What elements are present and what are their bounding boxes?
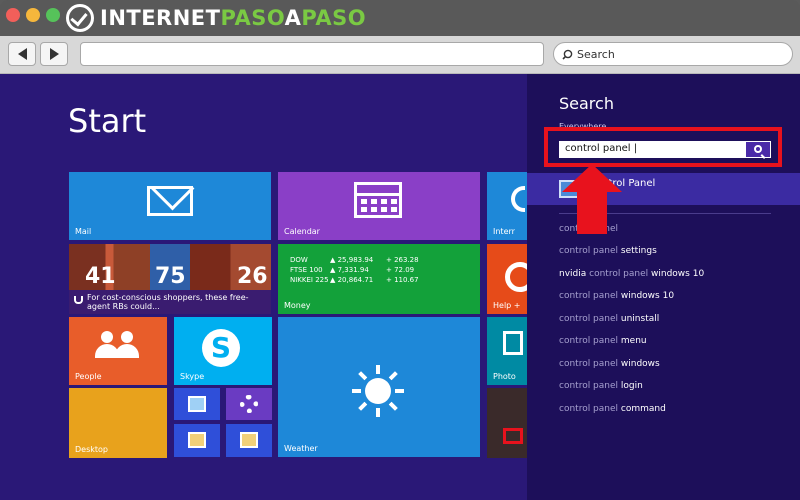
browser-title-bar: INTERNETPASOAPASO [0, 0, 800, 36]
close-window-button[interactable] [6, 8, 20, 22]
photo-icon [503, 331, 523, 355]
folder-icon [240, 432, 258, 448]
document-icon [188, 432, 206, 448]
gear-icon [240, 395, 258, 413]
address-bar[interactable] [80, 42, 544, 66]
money-row: NIKKEI 225▲ 20,864.71 + 110.67 [290, 276, 419, 284]
news-caption-text: For cost-conscious shoppers, these free-… [87, 293, 249, 311]
browser-toolbar: Search [0, 36, 800, 74]
search-suggestion[interactable]: control panel uninstall [559, 314, 659, 324]
money-symbol: FTSE 100 [290, 266, 323, 274]
arrow-up-icon [562, 164, 622, 192]
people-icon [95, 331, 139, 361]
jersey-number: 41 [85, 264, 116, 289]
checkmark-logo-icon [66, 4, 94, 32]
computer-icon [188, 396, 206, 412]
tile-label: Money [284, 301, 311, 310]
arrow-shaft [577, 190, 607, 234]
search-suggestion[interactable]: control panel menu [559, 336, 647, 346]
tile-mail[interactable]: Mail [69, 172, 271, 240]
search-suggestion[interactable]: control panel command [559, 404, 666, 414]
tile-skype[interactable]: S Skype [174, 317, 272, 385]
tile-people[interactable]: People [69, 317, 167, 385]
money-change: + 263.28 [386, 256, 419, 264]
money-symbol: NIKKEI 225 [290, 276, 329, 284]
news-caption: For cost-conscious shoppers, these free-… [69, 290, 271, 314]
search-placeholder: Search [577, 47, 615, 61]
tile-label: Desktop [75, 445, 108, 454]
tile-label: Weather [284, 444, 318, 453]
tile-internet-explorer[interactable]: Interr [487, 172, 527, 240]
skype-icon: S [202, 329, 240, 367]
tile-label: Help + [493, 301, 521, 310]
calendar-icon [354, 182, 402, 218]
windows-start-screen: Start Mail Calendar Interr 41 75 26 For … [0, 74, 800, 500]
tile-sports-news[interactable]: 41 75 26 For cost-conscious shoppers, th… [69, 244, 271, 314]
maximize-window-button[interactable] [46, 8, 60, 22]
tile-help[interactable]: Help + [487, 244, 527, 314]
tile-desktop[interactable]: Desktop [69, 388, 167, 458]
tile-weather[interactable]: Weather [278, 317, 480, 457]
arrow-left-icon [17, 48, 27, 60]
money-row: FTSE 100 ▲ 7,331.94 + 72.09 [290, 266, 414, 274]
minimize-window-button[interactable] [26, 8, 40, 22]
search-suggestion[interactable]: control panel login [559, 381, 643, 391]
tile-this-pc[interactable] [174, 388, 220, 420]
envelope-icon [147, 186, 193, 216]
arrow-right-icon [49, 48, 59, 60]
tile-file-explorer[interactable] [226, 424, 272, 457]
search-charm-panel: Search Everywhere ⌄ control panel | Cont… [527, 74, 800, 500]
forward-button[interactable] [40, 42, 68, 66]
red-arrow-annotation [562, 164, 622, 234]
site-logo: INTERNETPASOAPASO [66, 4, 366, 32]
trophy-icon [74, 296, 83, 304]
tile-label: Photo [493, 372, 516, 381]
tile-settings[interactable] [226, 388, 272, 420]
browser-search-input[interactable]: Search [553, 42, 793, 66]
video-icon [503, 428, 523, 444]
money-change: + 110.67 [386, 276, 419, 284]
tile-documents[interactable] [174, 424, 220, 457]
tile-calendar[interactable]: Calendar [278, 172, 480, 240]
money-value: ▲ 7,331.94 [330, 266, 369, 274]
search-suggestion[interactable]: control panel windows [559, 359, 660, 369]
search-suggestion[interactable]: control panel settings [559, 246, 657, 256]
money-row: DOW ▲ 25,983.94 + 263.28 [290, 256, 419, 264]
sun-icon [352, 365, 404, 417]
money-symbol: DOW [290, 256, 308, 264]
internet-explorer-icon [511, 186, 525, 212]
money-value: ▲ 20,864.71 [330, 276, 374, 284]
money-change: + 72.09 [386, 266, 415, 274]
tile-label: Calendar [284, 227, 320, 236]
tile-label: Skype [180, 372, 205, 381]
start-title: Start [68, 102, 147, 140]
highlight-annotation [544, 127, 782, 167]
charm-title: Search [559, 94, 614, 113]
tile-label: People [75, 372, 102, 381]
tile-label: Interr [493, 227, 515, 236]
search-icon [562, 49, 573, 60]
tile-label: Mail [75, 227, 92, 236]
jersey-number: 26 [237, 264, 268, 289]
tile-money[interactable]: DOW ▲ 25,983.94 + 263.28 FTSE 100 ▲ 7,331.9… [278, 244, 480, 314]
tile-photo[interactable]: Photo [487, 317, 527, 385]
help-icon [505, 262, 527, 292]
site-brand-text: INTERNETPASOAPASO [100, 6, 367, 30]
money-value: ▲ 25,983.94 [330, 256, 374, 264]
tile-video[interactable] [487, 388, 527, 458]
jersey-number: 75 [155, 264, 186, 289]
search-suggestion[interactable]: nvidia control panel windows 10 [559, 269, 704, 279]
search-suggestion[interactable]: control panel windows 10 [559, 291, 674, 301]
back-button[interactable] [8, 42, 36, 66]
news-photo: 41 75 26 [69, 244, 271, 290]
